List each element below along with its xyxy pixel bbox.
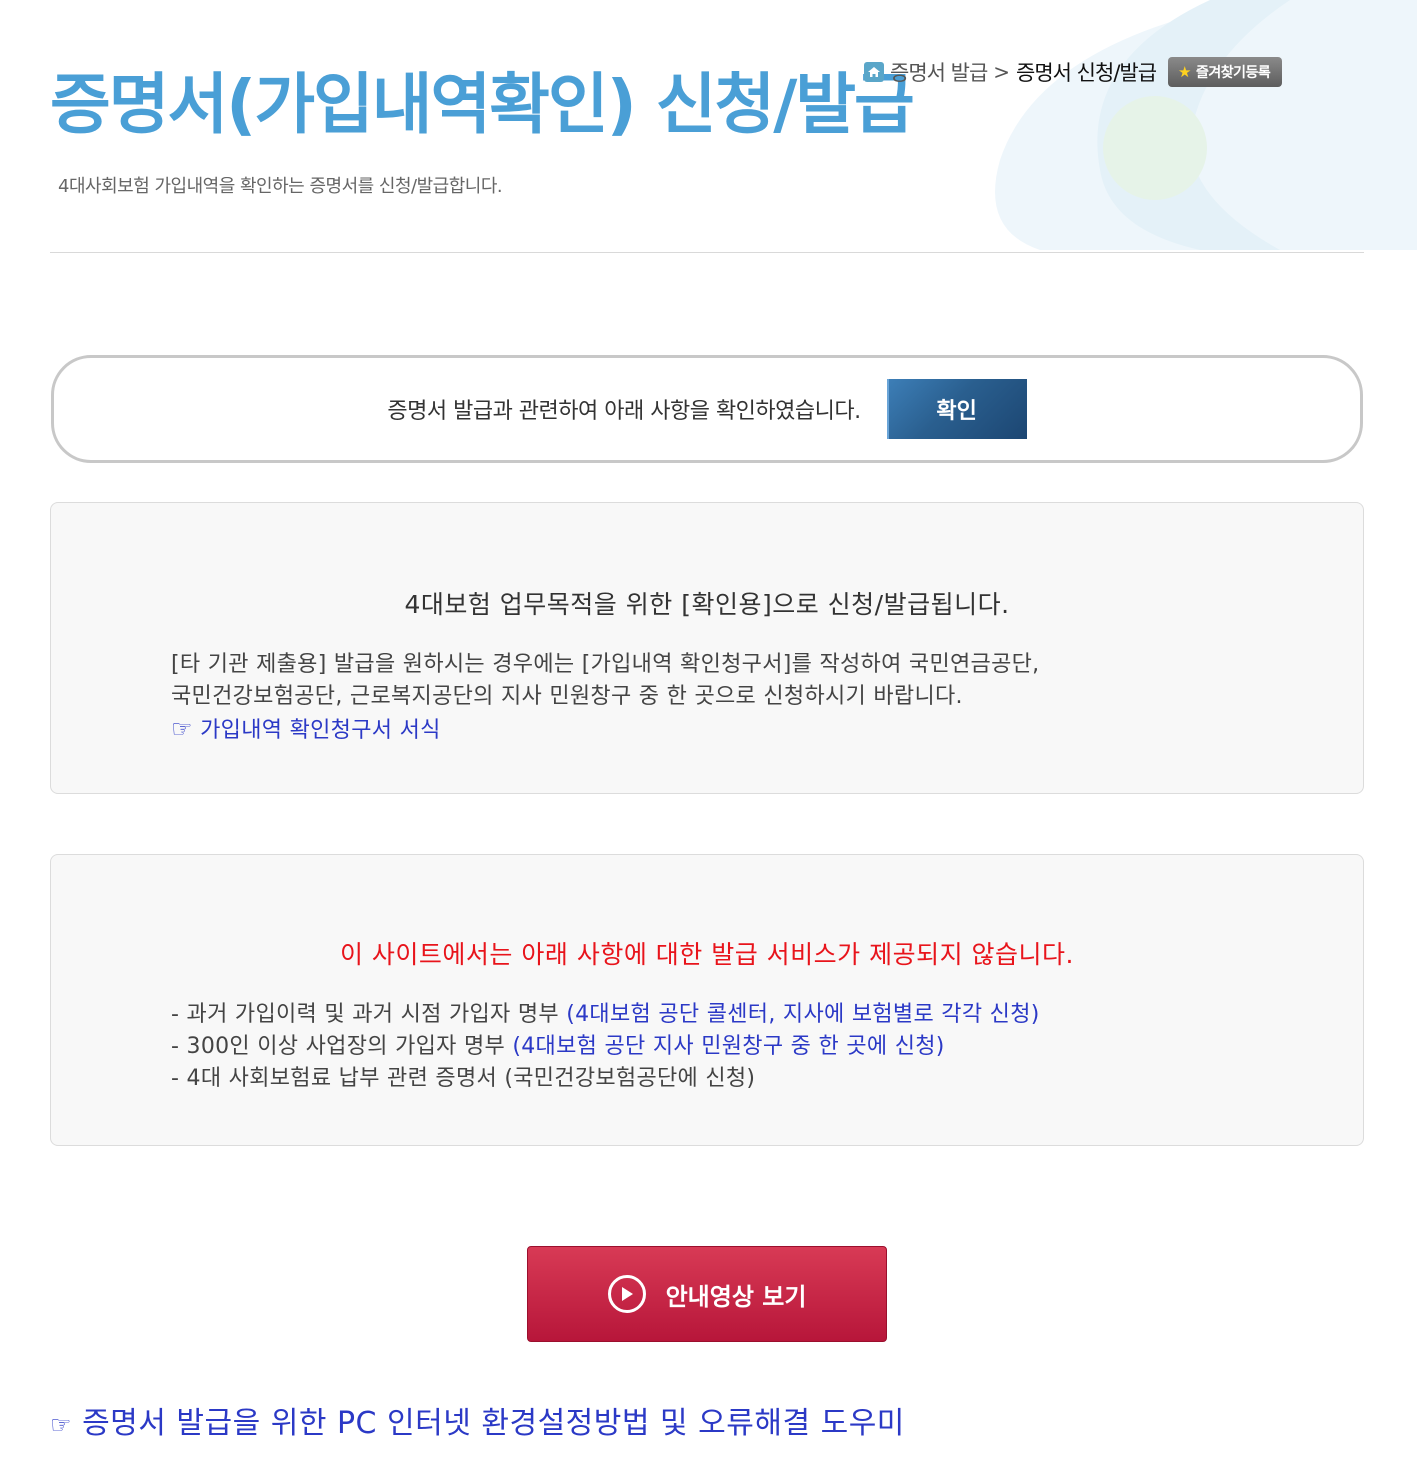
breadcrumb-item-certificate[interactable]: 증명서 발급 — [890, 57, 988, 87]
unavailable-services-panel: 이 사이트에서는 아래 사항에 대한 발급 서비스가 제공되지 않습니다. - … — [50, 854, 1364, 1146]
breadcrumb: 증명서 발급 > 증명서 신청/발급 ★ 즐겨찾기등록 — [864, 56, 1283, 88]
form-download-link-text: 가입내역 확인청구서 서식 — [200, 718, 441, 743]
list-item-note: (4대보험 공단 지사 민원창구 중 한 곳에 신청) — [512, 1034, 945, 1059]
purpose-notice-line: 국민건강보험공단, 근로복지공단의 지사 민원창구 중 한 곳으로 신청하시기 … — [171, 684, 963, 709]
purpose-notice-panel: 4대보험 업무목적을 위한 [확인용]으로 신청/발급됩니다. [타 기관 제출… — [50, 502, 1364, 794]
unavailable-services-list: - 과거 가입이력 및 과거 시점 가입자 명부 (4대보험 공단 콜센터, 지… — [171, 999, 1291, 1095]
confirm-box: 증명서 발급과 관련하여 아래 사항을 확인하였습니다. 확인 — [51, 355, 1363, 463]
star-icon: ★ — [1178, 63, 1191, 81]
purpose-notice-body: [타 기관 제출용] 발급을 원하시는 경우에는 [가입내역 확인청구서]를 작… — [171, 649, 1291, 747]
play-icon — [607, 1275, 646, 1313]
list-item-text: - 4대 사회보험료 납부 관련 증명서 (국민건강보험공단에 신청) — [171, 1066, 756, 1091]
home-icon[interactable] — [864, 62, 884, 82]
breadcrumb-separator: > — [993, 60, 1011, 84]
list-item-text: - 과거 가입이력 및 과거 시점 가입자 명부 — [171, 1002, 567, 1027]
watch-guide-video-label: 안내영상 보기 — [665, 1282, 807, 1311]
pointing-hand-icon: ☞ — [171, 715, 193, 743]
purpose-notice-line: [타 기관 제출용] 발급을 원하시는 경우에는 [가입내역 확인청구서]를 작… — [171, 652, 1040, 677]
list-item-text: - 300인 이상 사업장의 가입자 명부 — [171, 1034, 513, 1059]
add-favorite-label: 즐겨찾기등록 — [1196, 65, 1271, 81]
form-download-link[interactable]: ☞ 가입내역 확인청구서 서식 — [171, 713, 1291, 747]
pc-setup-help-text: 증명서 발급을 위한 PC 인터넷 환경설정방법 및 오류해결 도우미 — [82, 1406, 905, 1441]
add-favorite-button[interactable]: ★ 즐겨찾기등록 — [1168, 57, 1283, 87]
list-item: - 300인 이상 사업장의 가입자 명부 (4대보험 공단 지사 민원창구 중… — [171, 1031, 1291, 1063]
header-divider — [50, 252, 1364, 253]
pc-setup-help-link[interactable]: ☞ 증명서 발급을 위한 PC 인터넷 환경설정방법 및 오류해결 도우미 — [50, 1398, 905, 1442]
confirm-button[interactable]: 확인 — [886, 379, 1027, 439]
page-subtitle: 4대사회보험 가입내역을 확인하는 증명서를 신청/발급합니다. — [58, 176, 503, 197]
purpose-notice-heading: 4대보험 업무목적을 위한 [확인용]으로 신청/발급됩니다. — [404, 590, 1010, 619]
watch-guide-video-button[interactable]: 안내영상 보기 — [527, 1246, 887, 1342]
list-item-note: (4대보험 공단 콜센터, 지사에 보험별로 각각 신청) — [566, 1002, 1040, 1027]
list-item: - 과거 가입이력 및 과거 시점 가입자 명부 (4대보험 공단 콜센터, 지… — [171, 999, 1291, 1031]
breadcrumb-current: 증명서 신청/발급 — [1016, 61, 1157, 85]
decorative-background — [960, 0, 1417, 250]
confirm-text: 증명서 발급과 관련하여 아래 사항을 확인하였습니다. — [387, 399, 861, 424]
pointing-hand-icon: ☞ — [50, 1411, 73, 1439]
unavailable-services-heading: 이 사이트에서는 아래 사항에 대한 발급 서비스가 제공되지 않습니다. — [339, 940, 1075, 969]
page-title: 증명서(가입내역확인) 신청/발급 — [50, 66, 915, 143]
list-item: - 4대 사회보험료 납부 관련 증명서 (국민건강보험공단에 신청) — [171, 1063, 1291, 1095]
